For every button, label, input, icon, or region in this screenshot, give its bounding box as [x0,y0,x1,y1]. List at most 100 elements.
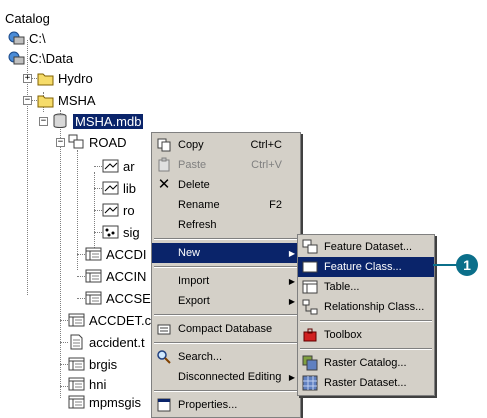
tree-item-accdi[interactable]: ACCDI [85,244,146,264]
collapse-road-button[interactable]: − [56,138,65,147]
collapse-msha-button[interactable]: − [23,96,32,105]
tree-item-accin[interactable]: ACCIN [85,266,146,286]
tree-item-brgis[interactable]: brgis [68,354,117,374]
tree-item-label: hni [89,376,107,392]
step-callout-badge: 1 [456,254,478,276]
tree-item-ro[interactable]: ro [102,200,135,220]
tree-item-accse[interactable]: ACCSE [85,288,151,308]
tree-item-label: ACCIN [106,268,147,284]
tree-item-label: ro [123,202,135,218]
menu-separator [154,238,298,240]
table-icon [85,290,102,306]
menu-item-copy[interactable]: Copy Ctrl+C [152,135,300,155]
menu-label: Refresh [178,219,217,231]
tree-item-msha[interactable]: MSHA [37,90,96,110]
submenu-item-feature-class[interactable]: Feature Class... [298,257,434,277]
raster-catalog-icon [302,355,318,371]
menu-shortcut: Ctrl+C [250,139,282,151]
drive-icon [8,30,25,46]
context-menu: Copy Ctrl+C Paste Ctrl+V ✕ Delete Rename… [151,132,301,418]
tree-item-mpmsgis[interactable]: mpmsgis [68,392,141,412]
menu-item-properties[interactable]: Properties... [152,395,300,415]
menu-item-delete[interactable]: ✕ Delete [152,175,300,195]
submenu-arrow-icon: ▶ [288,248,295,258]
submenu-item-relationship-class[interactable]: Relationship Class... [298,297,434,317]
copy-icon [156,137,172,153]
submenu-item-raster-dataset[interactable]: Raster Dataset... [298,373,434,393]
submenu-item-toolbox[interactable]: Toolbox [298,325,434,345]
submenu-item-feature-dataset[interactable]: Feature Dataset... [298,237,434,257]
tree-item-label: ar [123,158,135,174]
tree-item-ar[interactable]: ar [102,156,135,176]
menu-item-compact-database[interactable]: Compact Database [152,319,300,339]
submenu-arrow-icon: ▶ [288,372,295,382]
tree-item-label: C:\Data [29,50,74,66]
search-icon [156,349,172,365]
tree-item-lib[interactable]: lib [102,178,136,198]
menu-separator [154,390,298,392]
tree-item-label-selected: MSHA.mdb [71,112,145,130]
properties-icon [156,397,172,413]
menu-label: Compact Database [178,323,273,335]
feature-dataset-icon [68,134,85,150]
tree-item-label: C:\ [29,30,46,46]
tree-item-road[interactable]: ROAD [68,132,127,152]
tree-item-accdet[interactable]: ACCDET.c [68,310,151,330]
delete-icon: ✕ [157,176,171,193]
menu-separator [154,342,298,344]
menu-label: New [178,247,201,259]
line-feature-class-icon [102,202,119,218]
drive-icon [8,50,25,66]
menu-label: Export [178,295,210,307]
menu-item-disconnected-editing[interactable]: Disconnected Editing ▶ [152,367,300,387]
table-icon [85,268,102,284]
table-icon [302,279,318,295]
folder-icon [37,70,54,86]
collapse-msha-mdb-button[interactable]: − [39,117,48,126]
table-icon [68,376,85,392]
menu-item-new[interactable]: New ▶ [152,243,300,263]
menu-item-export[interactable]: Export ▶ [152,291,300,311]
menu-item-rename[interactable]: Rename F2 [152,195,300,215]
menu-label: Raster Catalog... [324,357,407,369]
menu-label: Properties... [178,399,238,411]
tree-item-c-drive[interactable]: C:\ [8,28,46,48]
tree-item-msha-mdb[interactable]: MSHA.mdb [52,111,145,131]
menu-item-refresh[interactable]: Refresh [152,215,300,235]
relationship-class-icon [302,299,318,315]
menu-label: Disconnected Editing [178,371,282,383]
menu-separator [154,314,298,316]
tree-item-label: ACCSE [106,290,151,306]
menu-label: Rename [178,199,220,211]
submenu-item-raster-catalog[interactable]: Raster Catalog... [298,353,434,373]
database-icon [52,113,69,129]
tree-item-label: ACCDI [106,246,147,262]
tree-item-c-data[interactable]: C:\Data [8,48,73,68]
menu-label: Import [178,275,210,287]
tree-item-sig[interactable]: sig [102,222,140,242]
feature-class-icon [302,259,318,275]
tree-item-hni[interactable]: hni [68,374,106,394]
expand-hydro-button[interactable]: + [23,74,32,83]
menu-label: Paste [178,159,207,171]
tree-root-catalog[interactable]: Catalog [5,8,50,28]
menu-item-paste[interactable]: Paste Ctrl+V [152,155,300,175]
paste-icon [156,157,172,173]
menu-label: Relationship Class... [324,301,425,313]
menu-item-search[interactable]: Search... [152,347,300,367]
text-file-icon [68,334,85,350]
menu-label: Raster Dataset... [324,377,407,389]
tree-item-label: MSHA [58,92,96,108]
tree-item-label: lib [123,180,137,196]
tree-item-label: sig [123,224,140,240]
submenu-item-table[interactable]: Table... [298,277,434,297]
line-feature-class-icon [102,180,119,196]
menu-label: Delete [178,179,210,191]
menu-label: Feature Class... [324,261,402,273]
feature-dataset-icon [302,239,318,255]
tree-item-accident[interactable]: accident.t [68,332,145,352]
tree-item-hydro[interactable]: Hydro [37,68,93,88]
line-feature-class-icon [102,158,119,174]
menu-label: Table... [324,281,360,293]
menu-item-import[interactable]: Import ▶ [152,271,300,291]
